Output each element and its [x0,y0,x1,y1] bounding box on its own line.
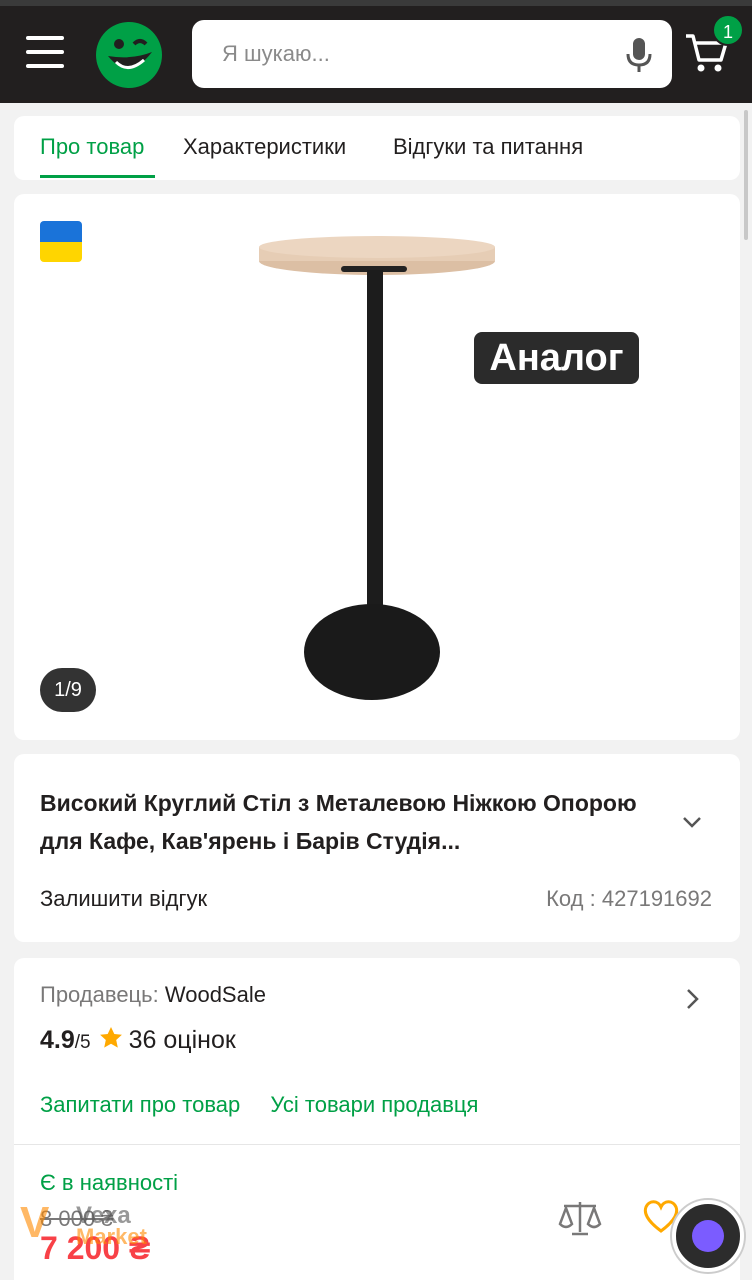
image-counter: 1/9 [40,668,96,712]
ask-about-product-link[interactable]: Запитати про товар [40,1092,240,1117]
logo[interactable] [94,20,164,90]
all-seller-goods-link[interactable]: Усі товари продавця [270,1092,478,1117]
seller-rating: 4.9/5 36 оцінок [40,1026,236,1055]
top-bar: 1 [0,0,752,103]
seller-links: Запитати про товар Усі товари продавця [40,1092,502,1118]
seller-name[interactable]: WoodSale [165,982,266,1007]
product-image[interactable] [254,234,504,714]
seller-label: Продавець: [40,982,159,1007]
seller-card: Продавець: WoodSale 4.9/5 36 оцінок Запит… [14,958,740,1280]
chevron-down-icon[interactable] [680,810,704,834]
tab-characteristics[interactable]: Характеристики [183,134,346,160]
product-code-value: 427191692 [601,886,712,911]
product-title-card: Високий Круглий Стіл з Металевою Ніжкою … [14,754,740,942]
compare-scales-icon[interactable] [558,1198,602,1238]
status-strip [0,0,752,6]
rating-value: 4.9 [40,1026,75,1054]
stock-status: Є в наявності [40,1170,179,1195]
product-code: Код : 427191692 [546,886,712,912]
search-box[interactable] [192,20,672,88]
scrollbar[interactable] [744,110,748,240]
cart-count-badge: 1 [712,14,744,46]
tab-about[interactable]: Про товар [40,134,144,160]
sparkle-icon [692,1220,724,1252]
mic-icon[interactable] [624,36,654,74]
menu-icon[interactable] [26,36,68,70]
product-code-label: Код : [546,886,596,911]
watermark-logo: V Vexa Market [20,1198,147,1249]
ukraine-flag-icon [40,221,82,262]
seller-row[interactable]: Продавець: WoodSale [40,982,266,1008]
product-gallery[interactable]: Аналог 1/9 [14,194,740,740]
active-tab-indicator [40,175,155,178]
tab-reviews[interactable]: Відгуки та питання [393,134,583,160]
ratings-count: 36 оцінок [128,1026,236,1054]
rating-max: /5 [74,1032,91,1053]
watermark-line2: Market [76,1224,147,1249]
star-icon [99,1027,122,1048]
product-tabs: Про товар Характеристики Відгуки та пита… [14,116,740,180]
product-title[interactable]: Високий Круглий Стіл з Металевою Ніжкою … [40,784,640,860]
analog-badge: Аналог [474,332,639,384]
search-input[interactable] [222,34,602,74]
divider [14,1144,740,1145]
leave-review-link[interactable]: Залишити відгук [40,886,207,912]
chevron-right-icon[interactable] [682,986,704,1012]
ai-assistant-button[interactable] [672,1200,744,1272]
